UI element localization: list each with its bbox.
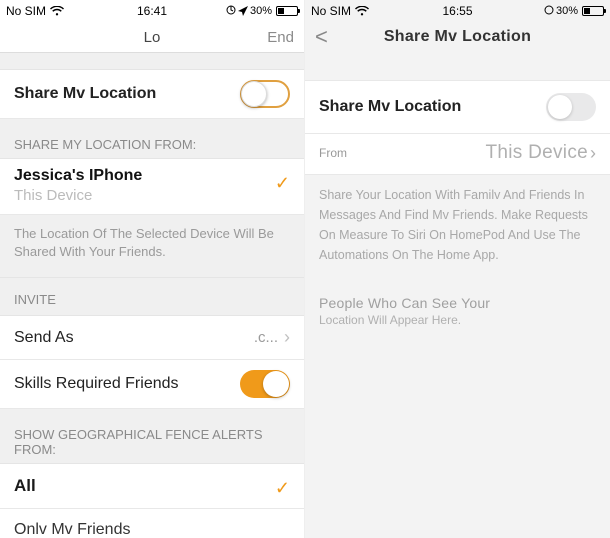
send-as-label: Send As	[14, 329, 254, 347]
from-value: This Device	[347, 142, 588, 164]
section-gap	[305, 52, 610, 80]
battery-percent: 30%	[556, 5, 578, 17]
left-screen: No SIM 16:41 30% Lo End Share Mv Locatio…	[0, 0, 305, 538]
nav-bar-right: < Share Mv Location	[305, 22, 610, 52]
carrier-text: No SIM	[6, 4, 46, 18]
wifi-icon	[355, 6, 369, 17]
fence-header: SHOW GEOGRAPHICAL FENCE ALERTS FROM:	[0, 409, 304, 464]
people-header: People Who Can See Your	[305, 271, 610, 313]
chevron-right-icon: ›	[284, 327, 290, 348]
section-gap	[0, 52, 304, 70]
from-footer: The Location Of The Selected Device Will…	[0, 215, 304, 278]
wifi-icon	[50, 6, 64, 17]
fence-all-label: All	[14, 476, 36, 495]
nav-bar-left: Lo End	[0, 22, 304, 52]
fence-only-row[interactable]: Onlv Mv Friends	[0, 509, 304, 538]
status-bar-right: No SIM 16:55 30%	[305, 0, 610, 22]
battery-icon	[276, 6, 298, 16]
activity-icon	[544, 5, 554, 18]
share-footer-text: Share Your Location With Familv And Frie…	[305, 175, 610, 271]
nav-title: Share Mv Location	[305, 28, 610, 46]
battery-percent: 30%	[250, 5, 272, 17]
share-location-row-right[interactable]: Share Mv Location	[305, 80, 610, 134]
chevron-right-icon: ›	[590, 143, 596, 164]
people-sub: Location Will Appear Here.	[305, 313, 610, 327]
status-bar-left: No SIM 16:41 30%	[0, 0, 304, 22]
fence-only-label: Onlv Mv Friends	[14, 521, 130, 538]
share-location-toggle[interactable]	[240, 80, 290, 108]
status-time: 16:41	[137, 4, 167, 18]
activity-icon	[226, 5, 236, 18]
share-location-toggle-right[interactable]	[546, 93, 596, 121]
device-sub: This Device	[14, 187, 290, 204]
nav-title: Lo	[0, 29, 304, 46]
share-location-label: Share Mv Location	[319, 98, 546, 116]
from-header: SHARE MY LOCATION FROM:	[0, 119, 304, 159]
device-row[interactable]: Jessica's IPhone This Device ✓	[0, 159, 304, 215]
location-icon	[238, 6, 248, 16]
skills-row[interactable]: Skills Required Friends	[0, 360, 304, 409]
carrier-text: No SIM	[311, 4, 351, 18]
send-as-value: .c...	[254, 329, 278, 346]
skills-label: Skills Required Friends	[14, 375, 240, 393]
from-row[interactable]: From This Device ›	[305, 134, 610, 175]
skills-toggle[interactable]	[240, 370, 290, 398]
from-label: From	[319, 146, 347, 160]
status-time: 16:55	[442, 4, 472, 18]
share-location-label: Share Mv Location	[14, 85, 240, 103]
fence-all-row[interactable]: All ✓	[0, 464, 304, 509]
right-screen: No SIM 16:55 30% < Share Mv Location Sha…	[305, 0, 610, 538]
share-location-row[interactable]: Share Mv Location	[0, 70, 304, 119]
nav-end-button[interactable]: End	[267, 29, 294, 46]
battery-icon	[582, 6, 604, 16]
invite-header: INVITE	[0, 278, 304, 316]
send-as-row[interactable]: Send As .c... ›	[0, 316, 304, 360]
device-name: Jessica's IPhone	[14, 167, 290, 185]
check-icon: ✓	[275, 173, 290, 194]
back-button[interactable]: <	[315, 24, 328, 50]
check-icon: ✓	[275, 478, 290, 499]
